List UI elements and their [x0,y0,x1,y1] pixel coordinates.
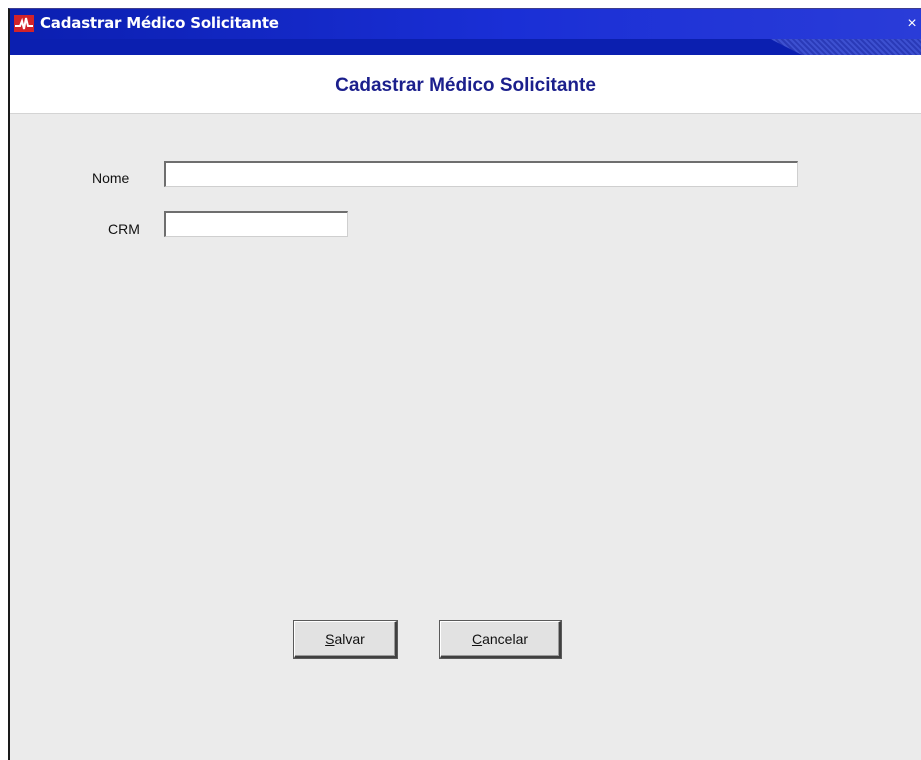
cancel-button[interactable]: Cancelar [440,621,561,658]
nome-label: Nome [92,170,130,186]
cancel-button-mnemonic: C [471,631,483,647]
crm-field[interactable] [164,211,348,237]
nome-field[interactable] [164,161,798,187]
window-title: Cadastrar Médico Solicitante [40,14,279,32]
page-title: Cadastrar Médico Solicitante [335,75,596,96]
crm-label: CRM [108,221,140,237]
cancel-button-label: ancelar [482,631,529,647]
heartbeat-icon [14,15,34,32]
form-header: Cadastrar Médico Solicitante [10,55,921,114]
close-icon[interactable]: × [905,16,919,32]
title-bar[interactable]: Cadastrar Médico Solicitante × [10,9,921,39]
save-button-label: alvar [334,631,365,647]
dialog-window: Cadastrar Médico Solicitante × Cadastrar… [8,8,921,760]
title-bar-tab [10,39,802,55]
save-button[interactable]: Salvar [294,621,397,658]
